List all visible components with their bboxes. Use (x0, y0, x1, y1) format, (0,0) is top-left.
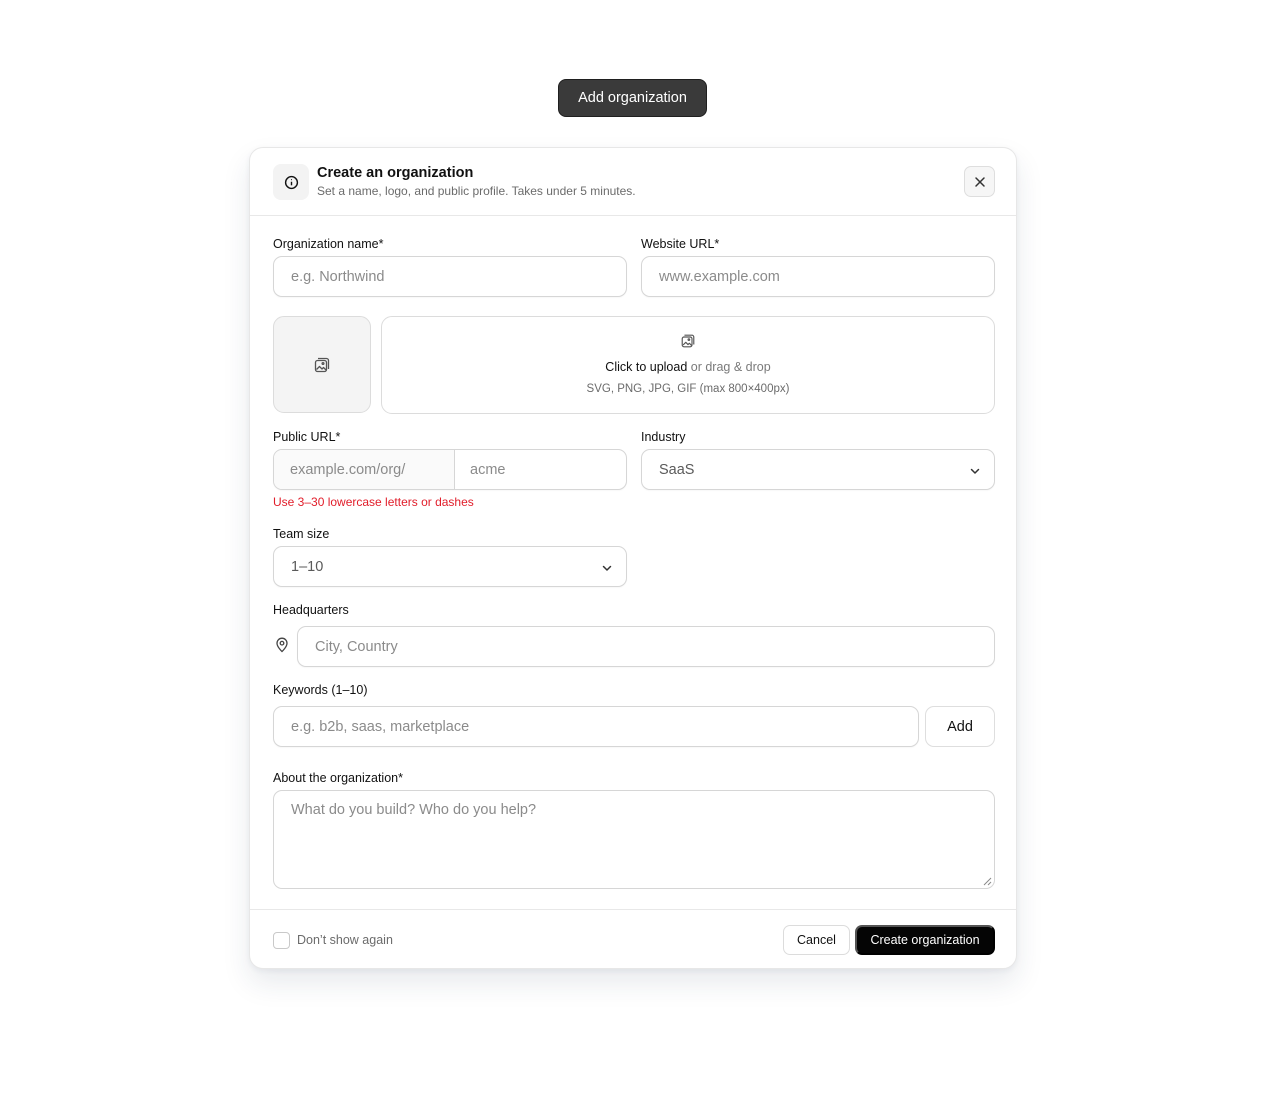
add-keyword-button[interactable]: Add (925, 706, 995, 747)
keywords-label: Keywords (1–10) (273, 683, 368, 697)
close-icon (974, 176, 985, 187)
create-organization-button[interactable]: Create organization (855, 925, 995, 955)
create-organization-dialog: Create an organization Set a name, logo,… (249, 147, 1017, 969)
dialog-header: Create an organization Set a name, logo,… (250, 148, 1016, 216)
keywords-input[interactable]: e.g. b2b, saas, marketplace (273, 706, 919, 747)
upload-hint: SVG, PNG, JPG, GIF (max 800×400px) (586, 383, 790, 395)
upload-instructions: Click to upload or drag & drop (382, 360, 994, 374)
click-to-upload-link[interactable]: Click to upload (605, 360, 687, 374)
team-size-label: Team size (273, 527, 330, 541)
website-input[interactable]: www.example.com (641, 256, 995, 297)
close-button[interactable] (964, 166, 995, 197)
public-url-slug-input[interactable]: acme (456, 450, 505, 489)
org-name-label: Organization name* (273, 237, 384, 251)
info-icon (273, 164, 309, 200)
public-url-label: Public URL* (273, 430, 341, 444)
website-label: Website URL* (641, 237, 720, 251)
public-url-error: Use 3–30 lowercase letters or dashes (273, 495, 474, 509)
dont-show-again-label[interactable]: Don’t show again (297, 933, 393, 947)
public-url-field: example.com/org/ acme (273, 449, 627, 490)
logo-upload-dropzone[interactable]: Click to upload or drag & drop SVG, PNG,… (381, 316, 995, 414)
about-label: About the organization* (273, 771, 403, 785)
dialog-footer: Don’t show again Cancel Create organizat… (250, 909, 1016, 968)
image-icon (314, 357, 330, 372)
logo-preview (273, 316, 371, 413)
public-url-prefix: example.com/org/ (274, 450, 455, 489)
chevron-down-icon (602, 565, 612, 571)
dont-show-again-checkbox[interactable] (273, 932, 290, 949)
org-name-input[interactable]: e.g. Northwind (273, 256, 627, 297)
industry-select[interactable]: SaaS (641, 449, 995, 490)
chevron-down-icon (970, 468, 980, 474)
drag-drop-text: or drag & drop (687, 360, 771, 374)
dialog-title: Create an organization (317, 165, 474, 181)
headquarters-input[interactable]: City, Country (297, 626, 995, 667)
about-textarea[interactable]: What do you build? Who do you help? (273, 790, 995, 889)
map-pin-icon (276, 637, 288, 653)
add-organization-button[interactable]: Add organization (558, 79, 707, 117)
image-icon (681, 334, 695, 348)
resize-handle-icon[interactable] (983, 877, 992, 886)
industry-value: SaaS (659, 461, 695, 478)
headquarters-label: Headquarters (273, 603, 349, 617)
team-size-value: 1–10 (291, 558, 324, 575)
cancel-button[interactable]: Cancel (783, 925, 850, 955)
dialog-subtitle: Set a name, logo, and public profile. Ta… (317, 184, 636, 198)
about-placeholder: What do you build? Who do you help? (291, 802, 537, 818)
industry-label: Industry (641, 430, 686, 444)
team-size-select[interactable]: 1–10 (273, 546, 627, 587)
